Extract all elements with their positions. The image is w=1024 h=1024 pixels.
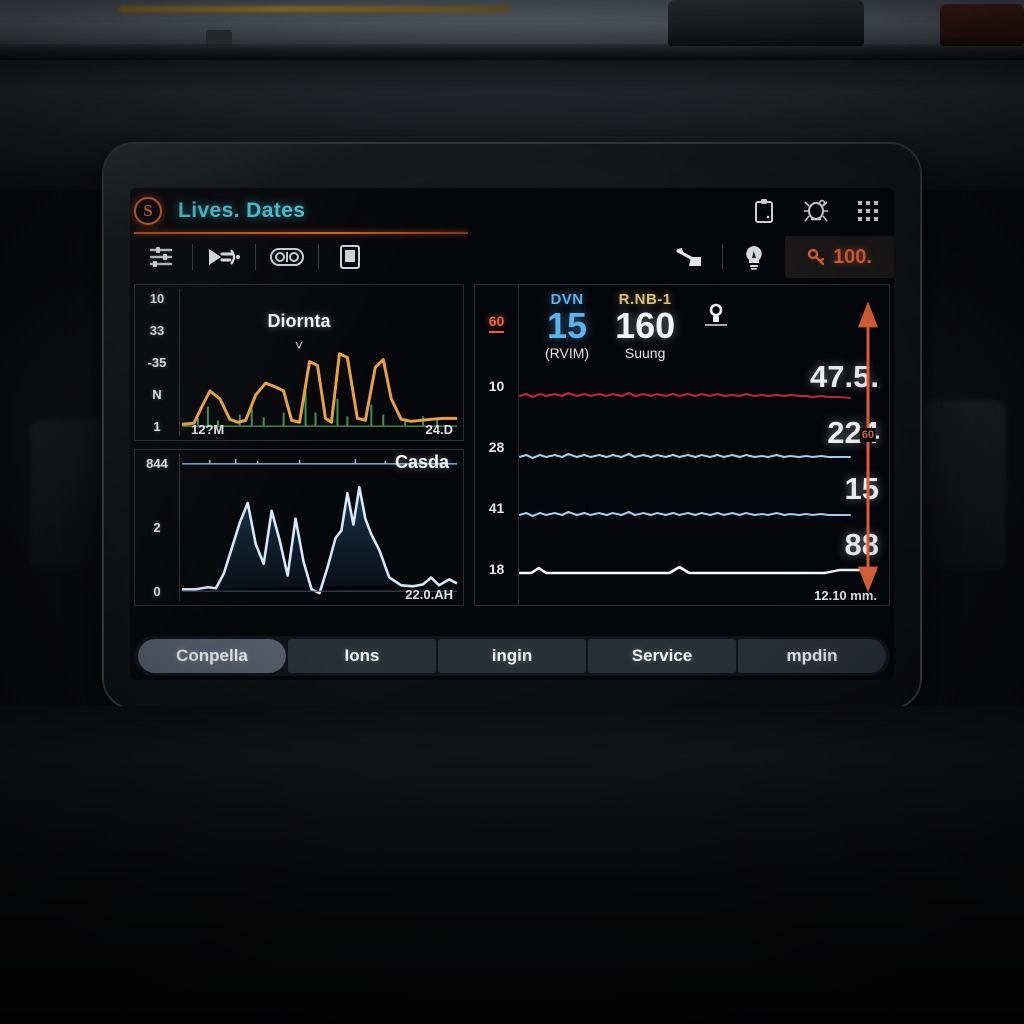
scale-arrow-label: 60 (859, 428, 877, 443)
y-tick: 28 (488, 438, 505, 455)
circle-s-logo-icon: S (134, 197, 162, 225)
chart-casda-title: Casda (394, 452, 449, 472)
grid-apps-icon[interactable] (854, 197, 882, 225)
air-vent-left (30, 420, 102, 570)
play-forward-icon[interactable] (193, 236, 255, 278)
y-tick-active: 60 (488, 313, 505, 334)
chart-diornta-xlabel-end: 24.D (425, 422, 453, 437)
vehicle-ahead (668, 0, 864, 46)
status-badge[interactable]: 100. (785, 236, 894, 278)
wrench-hammer-icon[interactable] (660, 236, 722, 278)
readout-rnb-value: 160 (615, 305, 676, 346)
equalizer-sliders-icon[interactable] (130, 236, 192, 278)
chart-diornta[interactable]: 10 33 -35 N 1 Diornta ˅ 12?M 24.D (134, 284, 464, 441)
y-tick: 0 (153, 584, 161, 599)
readout-dvn-value: 15 (547, 305, 588, 346)
double-arrow-vertical-icon[interactable]: 60 (853, 299, 883, 595)
dashboard-body: 10 33 -35 N 1 Diornta ˅ 12?M 24.D 844 2 … (130, 278, 894, 606)
badge-label: 100. (833, 245, 872, 268)
infotainment-head-unit: S Lives. Dates 100. 10 33 -35 N 1 Diornt… (104, 144, 920, 708)
header-actions (750, 197, 886, 225)
monitor-main: DVN 15 (RVIM) R.NB-1 160 Suung 47.5. 224… (519, 285, 889, 605)
probe-sensor-icon (705, 301, 728, 336)
y-tick: 10 (488, 378, 505, 395)
windshield-view (0, 0, 1024, 62)
icon-toolbar: 100. (130, 236, 894, 278)
y-tick: 2 (153, 520, 161, 535)
tab-conpella[interactable]: Conpella (138, 639, 286, 673)
left-charts-column: 10 33 -35 N 1 Diornta ˅ 12?M 24.D 844 2 … (134, 284, 464, 606)
chart-casda-plot (179, 454, 459, 601)
pill-toggle-icon[interactable] (256, 236, 318, 278)
monitor-yaxis: 60 10 28 41 18 (475, 285, 519, 605)
y-tick: 844 (146, 456, 168, 471)
page-title: Lives. Dates (178, 199, 306, 222)
screen-header: S Lives. Dates (130, 188, 894, 234)
monitor-readout-header: DVN 15 (RVIM) R.NB-1 160 Suung (519, 285, 889, 361)
monitor-trace-row[interactable]: 15 (519, 471, 889, 529)
road-marking (119, 6, 511, 12)
chart-casda-xlabel-end: 22.0.AH (405, 587, 453, 602)
car-interior: S Lives. Dates 100. 10 33 -35 N 1 Diornt… (0, 0, 1024, 1024)
vehicle-ahead-right (940, 4, 1024, 46)
y-tick: N (152, 387, 162, 402)
chart-diornta-xlabel-start: 12?M (191, 422, 225, 437)
monitor-trace-row[interactable]: 224 (519, 415, 889, 473)
y-tick: 10 (149, 291, 165, 306)
chevron-down-icon[interactable]: ˅ (135, 337, 463, 353)
y-tick: -35 (147, 355, 167, 370)
clipboard-icon[interactable] (750, 197, 778, 225)
logo-glyph: S (143, 201, 153, 220)
road-surface (0, 22, 1024, 40)
tab-ions[interactable]: Ions (288, 639, 436, 673)
monitor-trace-row[interactable]: 47.5. (519, 359, 889, 417)
bug-icon[interactable] (802, 197, 830, 225)
tab-mpdin[interactable]: mpdin (738, 639, 886, 673)
bulb-icon[interactable] (723, 236, 785, 278)
readout-dvn-unit: (RVIM) (545, 344, 590, 361)
readout-dvn[interactable]: DVN 15 (RVIM) (545, 291, 589, 361)
y-tick: 1 (153, 419, 161, 434)
y-tick: 41 (488, 499, 505, 516)
infotainment-screen[interactable]: S Lives. Dates 100. 10 33 -35 N 1 Diornt… (130, 188, 894, 680)
center-console: HISB 24m Tper G49N (0, 706, 1024, 1024)
chart-casda-yaxis: 844 2 0 (135, 450, 179, 605)
chart-casda[interactable]: 844 2 0 Casda 22.0.AH (134, 449, 464, 606)
readout-rnb-unit: Suung (624, 344, 666, 361)
chart-diornta-yaxis: 10 33 -35 N 1 (135, 285, 179, 440)
tab-ingin[interactable]: ingin (438, 639, 586, 673)
key-icon (807, 248, 825, 266)
window-square-icon[interactable] (319, 236, 381, 278)
bottom-tab-bar: Conpella Ions ingin Service mpdin (134, 636, 890, 676)
right-monitor-column: 60 10 28 41 18 DVN 15 (RVIM) R.NB-1 160 … (474, 284, 890, 606)
live-monitor-panel[interactable]: 60 10 28 41 18 DVN 15 (RVIM) R.NB-1 160 … (474, 284, 890, 606)
y-tick: 18 (488, 560, 505, 577)
title-underline (134, 232, 468, 234)
air-vent-right (924, 400, 1006, 570)
chart-diornta-title: Diornta (267, 311, 331, 331)
readout-rnb[interactable]: R.NB-1 160 Suung (615, 291, 675, 361)
tab-service[interactable]: Service (588, 639, 736, 673)
monitor-trace-row[interactable]: 88 (519, 527, 889, 585)
